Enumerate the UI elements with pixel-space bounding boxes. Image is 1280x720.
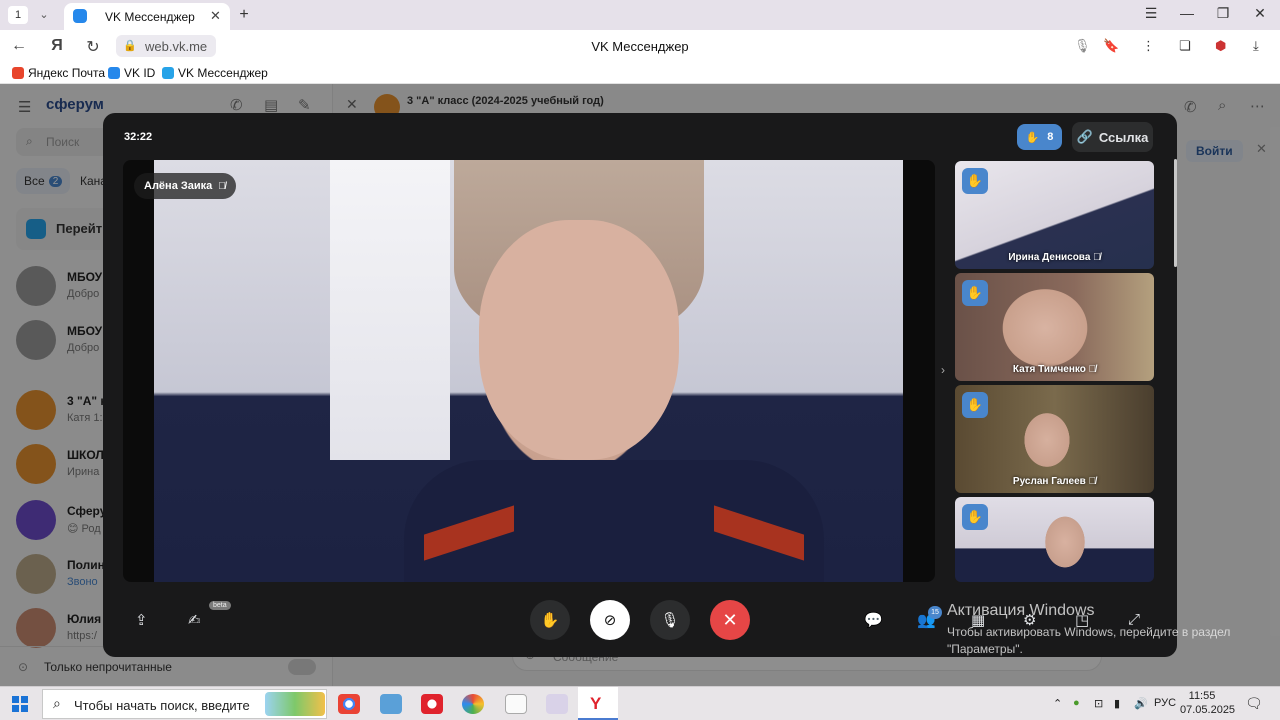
browser-tab-bar: 1 ⌄ VK Мессенджер ✕ + ☰ — ❐ ✕	[0, 0, 1280, 30]
browser-tab-active[interactable]: VK Мессенджер ✕	[64, 3, 230, 30]
close-tab-icon[interactable]: ✕	[210, 8, 221, 24]
more-icon[interactable]: ⋮	[1142, 38, 1155, 54]
screen-share-icon[interactable]: ⇪	[135, 611, 148, 629]
url-field[interactable]: 🔒 web.vk.me	[116, 35, 216, 57]
restore-button[interactable]: ❐	[1211, 5, 1235, 22]
speaker-name-tag: Алёна Заика 🎙̸	[134, 173, 236, 199]
notifications-icon[interactable]: 🗨	[1245, 695, 1263, 712]
yandex-icon[interactable]: Я	[47, 37, 67, 55]
raised-hands-button[interactable]: ✋ 8	[1017, 124, 1062, 150]
participant-name: Руслан Галеев 🎙̸	[1012, 476, 1097, 487]
bookmark-vk-messenger[interactable]: VK Мессенджер	[162, 66, 268, 80]
page-title: VK Мессенджер	[591, 39, 689, 54]
taskbar-search[interactable]: ⌕ Чтобы начать поиск, введите	[42, 689, 327, 719]
extension-icon[interactable]: ⬢	[1215, 38, 1226, 54]
link-button[interactable]: 🔗 Ссылка	[1072, 122, 1153, 152]
microphone-icon: 🎙	[660, 612, 680, 629]
beta-badge: beta	[209, 601, 231, 610]
vk-icon	[108, 67, 120, 79]
bookmark-yandex-mail[interactable]: Яндекс Почта	[12, 66, 105, 80]
vk-messenger-icon	[73, 9, 87, 23]
hand-icon: ✋	[1025, 131, 1040, 144]
paint-icon[interactable]	[546, 694, 568, 714]
link-icon: 🔗	[1076, 129, 1093, 144]
bookmark-icon[interactable]: 🔖	[1103, 38, 1119, 54]
participant-tile[interactable]: ✋ Ирина Денисова 🎙̸	[955, 161, 1154, 269]
participant-name: Катя Тимченко 🎙̸	[1012, 364, 1097, 375]
back-icon[interactable]: ←	[9, 37, 29, 55]
hand-icon: ✋	[962, 504, 988, 530]
whiteboard-icon[interactable]: ✍	[188, 611, 201, 629]
file-explorer-icon[interactable]	[380, 694, 402, 714]
new-tab-button[interactable]: +	[234, 5, 254, 25]
end-call-button[interactable]: ✕	[710, 600, 750, 640]
chat-icon[interactable]: 💬	[864, 611, 883, 629]
address-bar: ← Я ↻ 🔒 web.vk.me VK Мессенджер 🎙 🔖 ⋮ ❏ …	[0, 30, 1280, 62]
taskbar-clock[interactable]: 11:55 07.05.2025	[1180, 689, 1235, 717]
search-highlight-image	[265, 692, 325, 716]
mail-icon	[12, 67, 24, 79]
hand-icon: ✋	[962, 392, 988, 418]
microphone-button[interactable]: 🎙	[650, 600, 690, 640]
windows-activation-title: Активация Windows	[947, 602, 1095, 619]
raise-hand-button[interactable]: ✋	[530, 600, 570, 640]
tray-app-icon[interactable]: ●	[1073, 697, 1080, 709]
reload-icon[interactable]: ↻	[83, 37, 103, 57]
start-button[interactable]	[12, 696, 28, 712]
chevron-down-icon[interactable]: ⌄	[34, 6, 54, 24]
video-frame	[154, 160, 903, 582]
menu-icon[interactable]: ☰	[1139, 5, 1163, 22]
search-icon: ⌕	[53, 695, 61, 711]
microphone-icon[interactable]: 🎙	[1074, 38, 1091, 54]
mic-off-icon: 🎙̸	[1088, 364, 1097, 375]
language-indicator[interactable]: РУС	[1154, 697, 1176, 709]
participant-name: Ирина Денисова 🎙̸	[1008, 252, 1101, 263]
browser-app-icon[interactable]	[462, 694, 484, 714]
main-video[interactable]: Алёна Заика 🎙̸	[123, 160, 935, 582]
participant-tile[interactable]: ✋ Катя Тимченко 🎙̸	[955, 273, 1154, 381]
hand-icon: ✋	[540, 612, 560, 629]
camera-off-icon: ⊘	[603, 612, 617, 629]
chevron-right-icon[interactable]: ›	[941, 363, 945, 377]
yandex-icon: Y	[590, 694, 602, 713]
close-window-button[interactable]: ✕	[1248, 5, 1272, 22]
collections-icon[interactable]: ❏	[1179, 38, 1191, 54]
windows-taskbar: ⌕ Чтобы начать поиск, введите Y ⌃ ● ⊡ ▮ …	[0, 686, 1280, 720]
downloads-icon[interactable]: ⤓	[1253, 38, 1259, 54]
hand-icon: ✋	[962, 168, 988, 194]
opera-icon[interactable]	[421, 694, 443, 714]
close-icon: ✕	[722, 609, 738, 630]
call-timer: 32:22	[124, 131, 153, 143]
tab-title: VK Мессенджер	[105, 10, 195, 24]
tab-counter[interactable]: 1	[8, 6, 28, 24]
participant-tile[interactable]: ✋	[955, 497, 1154, 582]
url-text: web.vk.me	[145, 39, 208, 54]
volume-icon[interactable]: 🔊	[1134, 697, 1148, 710]
camera-toggle-button[interactable]: ⊘	[590, 600, 630, 640]
participants-scrollbar[interactable]	[1174, 159, 1177, 267]
document-icon[interactable]	[505, 694, 527, 714]
network-icon[interactable]: ⊡	[1094, 697, 1103, 710]
mic-off-icon: 🎙̸	[218, 180, 226, 192]
yandex-browser-taskbar-item[interactable]: Y	[578, 687, 618, 720]
video-call-window: 32:22 ✋ 8 🔗 Ссылка Алёна Заика 🎙̸ › ✋ Ир…	[103, 113, 1177, 657]
battery-icon[interactable]: ▮	[1114, 697, 1120, 710]
raised-hands-count: 8	[1047, 131, 1054, 143]
lock-icon: 🔒	[123, 40, 137, 52]
hand-icon: ✋	[962, 280, 988, 306]
mic-off-icon: 🎙̸	[1093, 252, 1101, 263]
participant-tile[interactable]: ✋ Руслан Галеев 🎙̸	[955, 385, 1154, 493]
chrome-icon[interactable]	[338, 694, 360, 714]
vk-messenger-icon	[162, 67, 174, 79]
chevron-up-icon[interactable]: ⌃	[1053, 697, 1062, 710]
bookmark-vk-id[interactable]: VK ID	[108, 66, 155, 80]
minimize-button[interactable]: —	[1175, 5, 1199, 21]
participants-count-badge: 15	[928, 606, 942, 619]
bookmarks-bar: Яндекс Почта VK ID VK Мессенджер	[0, 62, 1280, 84]
mic-off-icon: 🎙̸	[1088, 476, 1097, 487]
windows-activation-text: Чтобы активировать Windows, перейдите в …	[947, 625, 1231, 656]
